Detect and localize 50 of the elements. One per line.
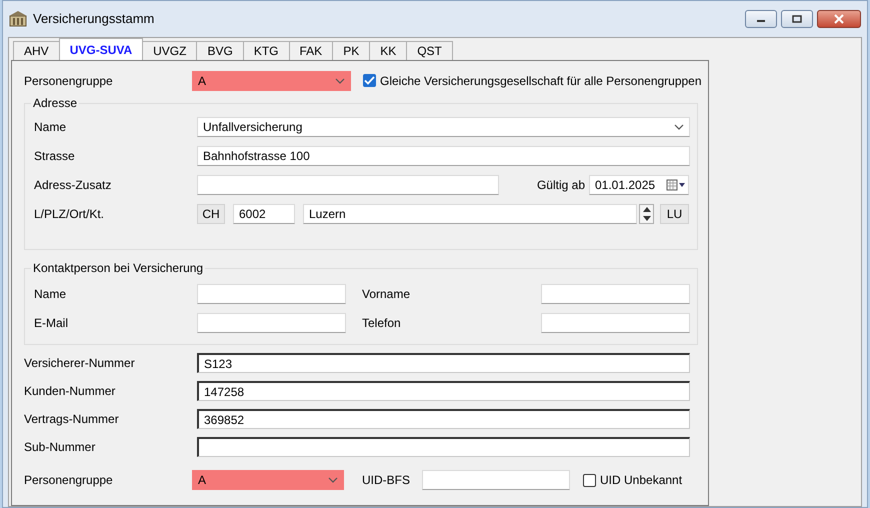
checkbox-label: UID Unbekannt xyxy=(600,472,682,489)
maximize-icon xyxy=(792,15,802,23)
caret-icon xyxy=(335,78,345,84)
field-label: Vorname xyxy=(362,286,412,302)
caret-icon xyxy=(328,477,338,483)
minimize-button[interactable] xyxy=(745,10,777,28)
field-label: L/PLZ/Ort/Kt. xyxy=(34,206,106,222)
app-icon xyxy=(9,11,27,27)
maximize-button[interactable] xyxy=(781,10,813,28)
close-icon xyxy=(833,14,845,24)
field-label: UID-BFS xyxy=(362,472,411,489)
field-label: Gültig ab xyxy=(536,176,585,194)
field-label: Strasse xyxy=(34,148,76,164)
dropdown[interactable]: A xyxy=(192,70,351,90)
input-field[interactable]: 147258 xyxy=(197,381,690,401)
date-field[interactable]: 01.01.2025 xyxy=(589,174,689,194)
input-field[interactable]: 6002 xyxy=(233,204,295,224)
tab[interactable]: AHV xyxy=(13,41,60,60)
tab[interactable]: QST xyxy=(406,41,453,60)
field-label: Telefon xyxy=(362,314,402,332)
input-field[interactable]: Bahnhofstrasse 100 xyxy=(197,146,690,166)
calendar-icon[interactable] xyxy=(666,178,686,190)
group-title: Kontaktperson bei Versicherung xyxy=(31,261,206,275)
field-label: Personengruppe xyxy=(24,72,114,90)
canton-code[interactable]: LU xyxy=(660,204,689,224)
field-label: Personengruppe xyxy=(24,472,114,489)
input-field[interactable] xyxy=(197,437,690,457)
dropdown[interactable]: Unfallversicherung xyxy=(197,116,690,136)
input-field[interactable]: 369852 xyxy=(197,409,690,429)
input-field[interactable]: S123 xyxy=(197,353,690,373)
checkbox[interactable] xyxy=(363,74,376,87)
caret-icon xyxy=(674,124,684,130)
checkbox[interactable] xyxy=(583,474,596,486)
close-button[interactable] xyxy=(817,10,861,28)
input-field[interactable]: Luzern xyxy=(303,204,637,224)
spinner[interactable] xyxy=(639,204,654,224)
checkbox-label: Gleiche Versicherungsgesellschaft für alle Personengruppen xyxy=(380,72,702,90)
country-code[interactable]: CH xyxy=(197,204,225,224)
field-label: Kunden-Nummer xyxy=(24,383,116,400)
field-label: E-Mail xyxy=(34,314,70,332)
field-label: Versicherer-Nummer xyxy=(24,355,136,372)
tab[interactable]: UVG-SUVA xyxy=(58,38,144,60)
field-label: Name xyxy=(34,286,68,302)
field-label: Name xyxy=(34,118,68,136)
group-title: Adresse xyxy=(31,96,80,110)
field-label: Vertrags-Nummer xyxy=(24,411,120,428)
window-title: Versicherungsstamm xyxy=(33,10,154,28)
field-label: Adress-Zusatz xyxy=(34,176,112,194)
dropdown[interactable]: A xyxy=(192,470,344,490)
field-label: Sub-Nummer xyxy=(24,439,96,456)
